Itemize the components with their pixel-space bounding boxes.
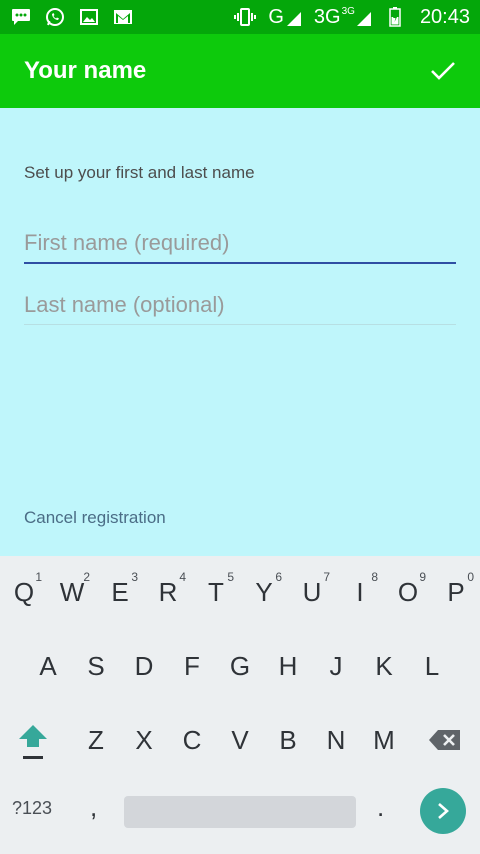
keyboard-row-3: ZXCVBNM xyxy=(0,710,480,770)
check-icon xyxy=(431,62,455,80)
status-bar: G 3G 3G 20:43 xyxy=(0,0,480,34)
key-g[interactable]: G xyxy=(216,636,264,696)
network-type-3g-sup: 3G xyxy=(341,6,355,17)
key-hint: 2 xyxy=(83,570,90,584)
key-d[interactable]: D xyxy=(120,636,168,696)
backspace-icon xyxy=(429,730,460,750)
vibrate-icon xyxy=(234,6,257,28)
key-label: U xyxy=(302,576,322,607)
system-status: G 3G 3G 20:43 xyxy=(234,6,470,29)
key-x[interactable]: X xyxy=(120,710,168,770)
signal-g: G xyxy=(268,7,302,27)
key-a[interactable]: A xyxy=(24,636,72,696)
gmail-icon xyxy=(112,6,134,28)
form-subtitle: Set up your first and last name xyxy=(24,163,255,182)
shift-icon xyxy=(19,725,47,759)
key-hint: 6 xyxy=(275,570,282,584)
key-c[interactable]: C xyxy=(168,710,216,770)
key-label: E xyxy=(111,576,129,607)
app-bar: Your name xyxy=(0,34,480,108)
key-hint: 4 xyxy=(179,570,186,584)
key-p[interactable]: P0 xyxy=(432,562,480,622)
page-title: Your name xyxy=(24,57,147,84)
battery-charging-icon xyxy=(384,6,406,28)
gallery-icon xyxy=(78,6,100,28)
key-hint: 9 xyxy=(419,570,426,584)
key-w[interactable]: W2 xyxy=(48,562,96,622)
key-label: P xyxy=(447,576,465,607)
key-u[interactable]: U7 xyxy=(288,562,336,622)
key-hint: 1 xyxy=(35,570,42,584)
first-name-field[interactable] xyxy=(24,224,456,264)
key-j[interactable]: J xyxy=(312,636,360,696)
key-label: O xyxy=(397,576,419,607)
messaging-icon xyxy=(10,6,32,28)
key-k[interactable]: K xyxy=(360,636,408,696)
key-r[interactable]: R4 xyxy=(144,562,192,622)
key-label: T xyxy=(208,576,224,607)
key-h[interactable]: H xyxy=(264,636,312,696)
keyboard-row-2: ASDFGHJKL xyxy=(0,636,480,696)
key-t[interactable]: T5 xyxy=(192,562,240,622)
period-key[interactable]: . xyxy=(377,792,384,823)
key-label: W xyxy=(59,576,85,607)
key-q[interactable]: Q1 xyxy=(0,562,48,622)
key-label: Y xyxy=(255,576,273,607)
signal-icon xyxy=(286,12,301,26)
comma-key[interactable]: , xyxy=(90,792,97,823)
cancel-registration-link[interactable]: Cancel registration xyxy=(24,508,166,528)
signal-3g: 3G 3G xyxy=(313,6,372,28)
keyboard-row-1: Q1W2E3R4T5Y6U7I8O9P0 xyxy=(0,562,480,622)
key-hint: 0 xyxy=(467,570,474,584)
chevron-right-icon xyxy=(438,803,449,819)
key-i[interactable]: I8 xyxy=(336,562,384,622)
key-hint: 7 xyxy=(323,570,330,584)
key-e[interactable]: E3 xyxy=(96,562,144,622)
network-type-g: G xyxy=(268,6,284,28)
key-z[interactable]: Z xyxy=(72,710,120,770)
key-label: R xyxy=(158,576,178,607)
network-type-3g: 3G xyxy=(313,6,341,28)
signal-icon xyxy=(356,12,371,26)
next-key[interactable] xyxy=(420,788,466,834)
clock: 20:43 xyxy=(419,5,470,28)
spacebar[interactable] xyxy=(124,796,356,828)
key-hint: 8 xyxy=(371,570,378,584)
shift-key[interactable] xyxy=(9,710,57,770)
soft-keyboard: Q1W2E3R4T5Y6U7I8O9P0 ASDFGHJKL ZXCVBNM ?… xyxy=(0,556,480,854)
done-button[interactable] xyxy=(416,51,456,91)
key-label: I xyxy=(356,576,364,607)
key-v[interactable]: V xyxy=(216,710,264,770)
key-hint: 5 xyxy=(227,570,234,584)
key-s[interactable]: S xyxy=(72,636,120,696)
whatsapp-icon xyxy=(44,6,66,28)
backspace-key[interactable] xyxy=(421,710,469,770)
key-y[interactable]: Y6 xyxy=(240,562,288,622)
key-n[interactable]: N xyxy=(312,710,360,770)
key-o[interactable]: O9 xyxy=(384,562,432,622)
key-l[interactable]: L xyxy=(408,636,456,696)
last-name-field[interactable] xyxy=(24,285,456,325)
symbols-key[interactable]: ?123 xyxy=(12,798,52,819)
key-m[interactable]: M xyxy=(360,710,408,770)
key-b[interactable]: B xyxy=(264,710,312,770)
notification-icons xyxy=(10,6,134,28)
key-hint: 3 xyxy=(131,570,138,584)
key-label: Q xyxy=(13,576,35,607)
key-f[interactable]: F xyxy=(168,636,216,696)
